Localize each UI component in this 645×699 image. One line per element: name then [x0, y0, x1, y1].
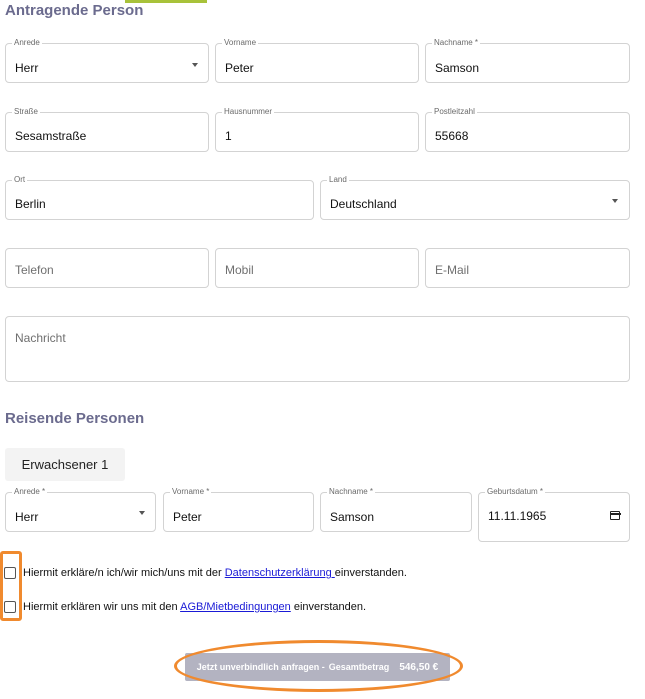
country-select[interactable]: Land Deutschland: [320, 174, 630, 220]
mobile-placeholder: Mobil: [225, 263, 254, 277]
zip-value: 55668: [435, 129, 469, 143]
salutation-label: Anrede: [12, 37, 42, 49]
traveler-birthdate-value: 11.11.1965: [488, 509, 547, 523]
privacy-consent-text: Hiermit erkläre/n ich/wir mich/uns mit d…: [23, 567, 407, 579]
city-field[interactable]: Ort Berlin: [5, 174, 314, 220]
first-name-label: Vorname: [222, 37, 259, 49]
tab-adult-1[interactable]: Erwachsener 1: [5, 448, 125, 481]
last-name-label: Nachname *: [432, 37, 481, 49]
privacy-consent-suffix: einverstanden.: [334, 567, 407, 579]
house-number-field[interactable]: Hausnummer 1: [215, 106, 419, 152]
mobile-field[interactable]: Mobil: [215, 248, 419, 288]
zip-field[interactable]: Postleitzahl 55668: [425, 106, 630, 152]
first-name-field[interactable]: Vorname Peter: [215, 37, 419, 83]
traveler-birthdate-field[interactable]: Geburtsdatum * 11.11.1965: [478, 486, 630, 542]
calendar-icon[interactable]: [609, 511, 621, 520]
message-placeholder: Nachricht: [15, 331, 66, 345]
city-label: Ort: [12, 174, 28, 186]
phone-placeholder: Telefon: [15, 263, 54, 277]
traveler-salutation-select[interactable]: Anrede * Herr: [5, 486, 156, 532]
traveler-last-name-field[interactable]: Nachname * Samson: [320, 486, 472, 532]
chevron-down-icon: [139, 511, 145, 515]
checkbox-highlight-annotation: [0, 551, 22, 621]
privacy-consent-prefix: Hiermit erkläre/n ich/wir mich/uns mit d…: [23, 567, 225, 579]
phone-field[interactable]: Telefon: [5, 248, 209, 288]
traveler-last-name-label: Nachname *: [327, 486, 376, 498]
chevron-down-icon: [612, 199, 618, 203]
street-field[interactable]: Straße Sesamstraße: [5, 106, 209, 152]
country-value: Deutschland: [330, 197, 397, 211]
traveler-first-name-field[interactable]: Vorname * Peter: [163, 486, 314, 532]
email-placeholder: E-Mail: [435, 263, 470, 277]
submit-highlight-annotation: [174, 640, 463, 692]
traveler-last-name-value: Samson: [330, 510, 375, 524]
traveler-salutation-label: Anrede *: [12, 486, 48, 498]
first-name-value: Peter: [225, 61, 254, 75]
privacy-policy-link[interactable]: Datenschutzerklärung: [225, 567, 335, 579]
salutation-value: Herr: [15, 61, 39, 75]
terms-consent-prefix: Hiermit erklären wir uns mit den: [23, 601, 181, 613]
street-value: Sesamstraße: [15, 129, 87, 143]
terms-consent-suffix: einverstanden.: [290, 601, 367, 613]
house-number-value: 1: [225, 129, 232, 143]
travelers-section-title: Reisende Personen: [5, 410, 145, 427]
terms-consent-text: Hiermit erklären wir uns mit den AGB/Mie…: [23, 601, 366, 613]
country-label: Land: [327, 174, 349, 186]
zip-label: Postleitzahl: [432, 106, 477, 118]
chevron-down-icon: [192, 63, 198, 67]
traveler-salutation-value: Herr: [15, 510, 39, 524]
city-value: Berlin: [15, 197, 46, 211]
house-number-label: Hausnummer: [222, 106, 275, 118]
traveler-first-name-label: Vorname *: [170, 486, 212, 498]
last-name-value: Samson: [435, 61, 480, 75]
last-name-field[interactable]: Nachname * Samson: [425, 37, 630, 83]
traveler-first-name-value: Peter: [173, 510, 202, 524]
terms-link[interactable]: AGB/Mietbedingungen: [180, 601, 291, 613]
message-textarea[interactable]: Nachricht: [5, 316, 630, 382]
traveler-birthdate-label: Geburtsdatum *: [485, 486, 546, 498]
email-field[interactable]: E-Mail: [425, 248, 630, 288]
salutation-select[interactable]: Anrede Herr: [5, 37, 209, 83]
applicant-section-title: Antragende Person: [5, 2, 144, 19]
street-label: Straße: [12, 106, 41, 118]
